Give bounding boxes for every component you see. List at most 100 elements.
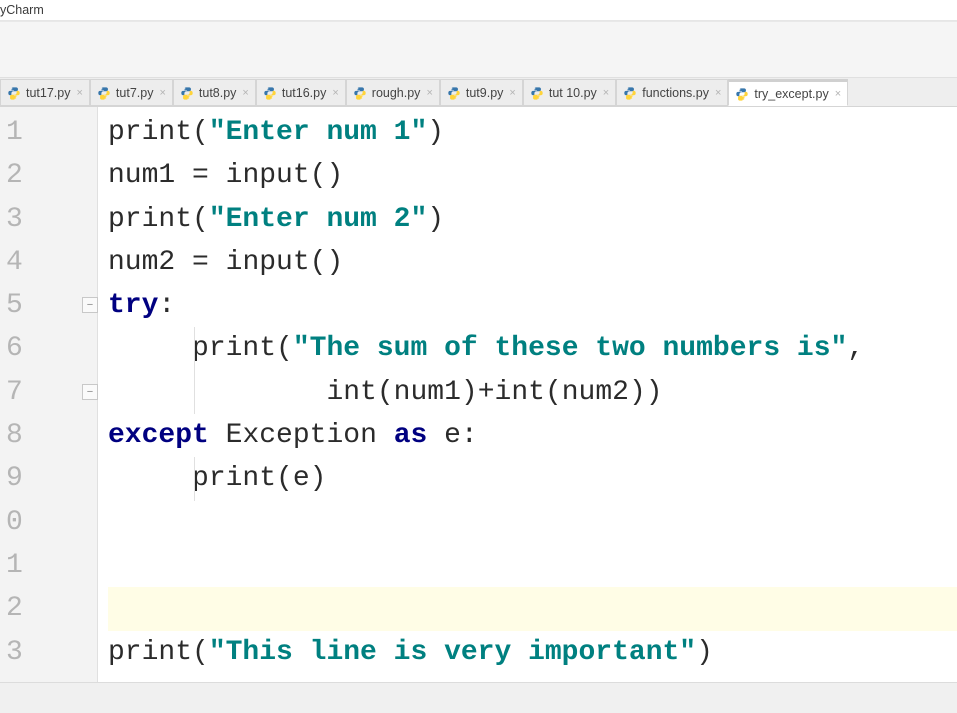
tab-tut9-py[interactable]: tut9.py × [440, 79, 523, 106]
python-file-icon [180, 86, 194, 100]
token-kw: except [108, 420, 209, 451]
code-line[interactable]: print("Enter num 1") [108, 111, 957, 154]
token-id: print [192, 463, 276, 494]
python-file-icon [623, 86, 637, 100]
close-icon[interactable]: × [715, 87, 721, 99]
line-number: 3 [0, 631, 97, 674]
python-file-icon [353, 86, 367, 100]
token-pn: ( [276, 333, 293, 364]
token-id: int [495, 377, 545, 408]
close-icon[interactable]: × [242, 87, 248, 99]
indent-guide [194, 457, 195, 500]
tab-tut17-py[interactable]: tut17.py × [0, 79, 90, 106]
token-pn: ) [427, 117, 444, 148]
line-number: 2 [0, 154, 97, 197]
close-icon[interactable]: × [835, 88, 841, 100]
token-id [209, 160, 226, 191]
python-file-icon [447, 86, 461, 100]
code-line[interactable]: except Exception as e: [108, 414, 957, 457]
close-icon[interactable]: × [426, 87, 432, 99]
token-id: print [192, 333, 276, 364]
tab-label: rough.py [372, 86, 421, 100]
token-pn: : [158, 290, 175, 321]
code-line[interactable] [108, 587, 957, 630]
app-title: yCharm [0, 3, 44, 17]
token-str: "This line is very important" [209, 637, 696, 668]
line-number: 3 [0, 198, 97, 241]
token-op: = [192, 247, 209, 278]
token-id: input [226, 247, 310, 278]
token-id: e [293, 463, 310, 494]
indent [108, 333, 192, 364]
code-line[interactable]: try: [108, 284, 957, 327]
token-pn: ) [629, 377, 646, 408]
code-line[interactable] [108, 544, 957, 587]
python-file-icon [530, 86, 544, 100]
token-id [209, 247, 226, 278]
token-id: num1 [394, 377, 461, 408]
indent-guide [194, 371, 195, 414]
tab-functions-py[interactable]: functions.py × [616, 79, 728, 106]
code-line[interactable]: print("The sum of these two numbers is", [108, 327, 957, 370]
token-pn: , [847, 333, 864, 364]
line-number: 2 [0, 587, 97, 630]
code-line[interactable]: print("Enter num 2") [108, 198, 957, 241]
token-pn: ( [276, 463, 293, 494]
token-str: "The sum of these two numbers is" [293, 333, 848, 364]
python-file-icon [735, 87, 749, 101]
indent-guide [194, 327, 195, 370]
token-id: print [108, 117, 192, 148]
code-line[interactable]: int(num1)+int(num2)) [108, 371, 957, 414]
tab-label: functions.py [642, 86, 709, 100]
close-icon[interactable]: × [159, 87, 165, 99]
token-kw: try [108, 290, 158, 321]
code-line[interactable] [108, 501, 957, 544]
token-pn: ( [192, 637, 209, 668]
title-bar: yCharm [0, 0, 957, 21]
status-strip [0, 682, 957, 713]
python-file-icon [97, 86, 111, 100]
token-pn: ) [696, 637, 713, 668]
token-id: print [108, 637, 192, 668]
tab-label: tut17.py [26, 86, 70, 100]
tab-label: tut7.py [116, 86, 154, 100]
token-pn: () [310, 160, 344, 191]
tab-try-except-py[interactable]: try_except.py × [728, 79, 848, 106]
tab-tut7-py[interactable]: tut7.py × [90, 79, 173, 106]
line-number: 1 [0, 111, 97, 154]
indent [108, 377, 326, 408]
code-line[interactable]: num1 = input() [108, 154, 957, 197]
token-pn: ( [377, 377, 394, 408]
indent [108, 463, 192, 494]
token-id: int [326, 377, 376, 408]
close-icon[interactable]: × [509, 87, 515, 99]
token-str: "Enter num 2" [209, 204, 427, 235]
fold-toggle-icon[interactable]: − [82, 384, 98, 400]
token-pn: ) [427, 204, 444, 235]
code-line[interactable]: print("This line is very important") [108, 631, 957, 674]
token-pn: ( [192, 204, 209, 235]
tab-tut-10-py[interactable]: tut 10.py × [523, 79, 616, 106]
token-pn: ) [646, 377, 663, 408]
code-line[interactable]: print(e) [108, 457, 957, 500]
tab-tut8-py[interactable]: tut8.py× [173, 79, 256, 106]
close-icon[interactable]: × [76, 87, 82, 99]
token-id: num1 [108, 160, 192, 191]
token-op: = [192, 160, 209, 191]
code-line[interactable]: num2 = input() [108, 241, 957, 284]
gutter: 12345−67−890123 [0, 107, 98, 682]
tab-label: tut9.py [466, 86, 504, 100]
tab-rough-py[interactable]: rough.py × [346, 79, 440, 106]
close-icon[interactable]: × [332, 87, 338, 99]
token-pn: ( [545, 377, 562, 408]
tab-label: try_except.py [754, 87, 828, 101]
line-number: 6 [0, 327, 97, 370]
tab-tut16-py[interactable]: tut16.py× [256, 79, 346, 106]
token-pn: ( [192, 117, 209, 148]
close-icon[interactable]: × [603, 87, 609, 99]
code-area[interactable]: print("Enter num 1")num1 = input()print(… [98, 107, 957, 682]
fold-toggle-icon[interactable]: − [82, 297, 98, 313]
token-id [377, 420, 394, 451]
tab-label: tut 10.py [549, 86, 597, 100]
token-pn: () [310, 247, 344, 278]
